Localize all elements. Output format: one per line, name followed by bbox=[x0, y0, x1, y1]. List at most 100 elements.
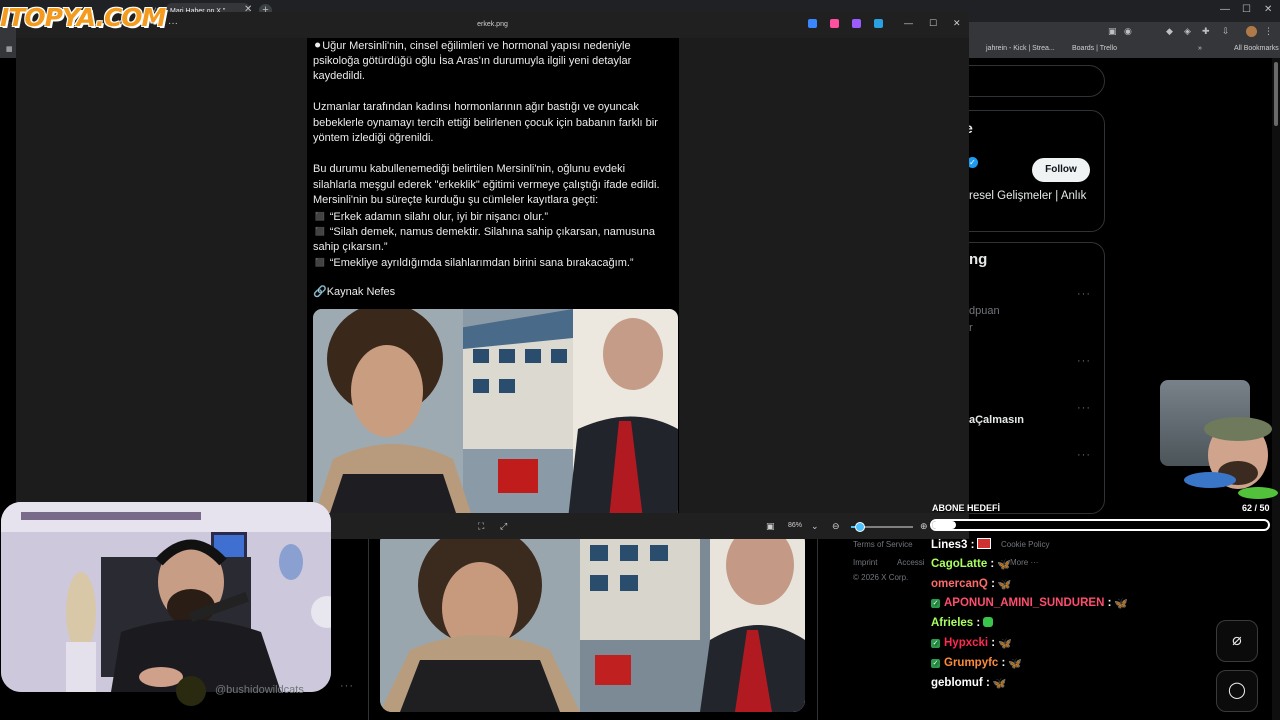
overlay-character bbox=[1184, 417, 1278, 499]
chat-message: ✓ Grumpyfc : 🦋 bbox=[931, 656, 1022, 670]
chevron-right-icon[interactable]: » bbox=[1198, 45, 1202, 52]
chat-message: Afrieles : bbox=[931, 617, 994, 630]
chat-separator: : bbox=[982, 676, 990, 689]
zoom-slider-thumb[interactable] bbox=[855, 522, 865, 532]
page-scrollbar[interactable] bbox=[1272, 58, 1280, 720]
butterfly-emote-icon: 🦋 bbox=[992, 677, 1007, 690]
fit-to-window-icon[interactable]: ⛶ bbox=[478, 521, 484, 532]
butterfly-emote-icon: 🦋 bbox=[1114, 598, 1129, 611]
maximize-icon[interactable]: ☐ bbox=[929, 18, 937, 29]
subscriber-badge-icon: ✓ bbox=[931, 658, 940, 668]
butterfly-emote-icon: 🦋 bbox=[997, 578, 1012, 591]
chat-separator: : bbox=[998, 656, 1006, 669]
paint-icon[interactable] bbox=[830, 19, 839, 28]
more-icon[interactable]: ··· bbox=[1077, 288, 1091, 300]
chevron-down-icon[interactable]: ⌄ bbox=[811, 521, 819, 532]
webcam-art bbox=[1, 502, 331, 692]
bookmark-item[interactable]: Boards | Trello bbox=[1072, 45, 1117, 52]
more-icon[interactable]: ··· bbox=[1077, 449, 1091, 461]
close-icon[interactable]: ✕ bbox=[1264, 4, 1272, 15]
post-text-line: Bu durumu kabullenemediği belirtilen Mer… bbox=[313, 163, 626, 175]
close-icon[interactable]: ✕ bbox=[953, 18, 961, 29]
tweet-photo[interactable] bbox=[380, 530, 805, 712]
compose-button[interactable]: ⌀ bbox=[1216, 620, 1258, 662]
zoom-out-icon[interactable]: ⊖ bbox=[832, 521, 840, 532]
chat-separator: : bbox=[1104, 597, 1112, 610]
minimize-icon[interactable]: — bbox=[1220, 4, 1230, 15]
more-icon[interactable]: ··· bbox=[1077, 355, 1091, 367]
bookmark-item[interactable]: jahrein - Kick | Strea... bbox=[986, 45, 1055, 52]
chat-separator: : bbox=[988, 637, 996, 649]
designer-icon[interactable] bbox=[852, 19, 861, 28]
chat-username[interactable]: Hypxcki bbox=[944, 637, 988, 649]
post-text-line: yöntem izlediği öğrenildi. bbox=[313, 132, 434, 144]
post-text-line: sahip çıkarsın.” bbox=[313, 240, 388, 253]
follow-button[interactable]: Follow bbox=[1032, 158, 1090, 182]
chat-username[interactable]: CagoLatte bbox=[931, 558, 987, 570]
extension-icon[interactable]: ◉ bbox=[1124, 26, 1132, 37]
flag-emote-icon bbox=[977, 538, 992, 549]
post-text-line: psikoloğa götürdüğü oğlu İsa Aras'ın dur… bbox=[313, 54, 632, 67]
sub-goal-label: ABONE HEDEFİ bbox=[932, 503, 1001, 513]
image-info-icon[interactable]: ▣ bbox=[766, 521, 775, 532]
subscriber-badge-icon: ✓ bbox=[931, 639, 940, 648]
extensions-puzzle-icon[interactable]: ✚ bbox=[1202, 26, 1210, 37]
zoom-level[interactable]: 86% bbox=[788, 522, 802, 529]
sub-goal-count: 62 / 50 bbox=[1242, 503, 1270, 513]
zoom-in-icon[interactable]: ⊕ bbox=[920, 521, 928, 532]
maximize-icon[interactable]: ☐ bbox=[1242, 4, 1251, 15]
post-screenshot: ⚫Uğur Mersinli'nin, cinsel eğilimleri ve… bbox=[307, 38, 679, 513]
post-text-line: ⚫Uğur Mersinli'nin, cinsel eğilimleri ve… bbox=[313, 40, 631, 52]
chat-message: ✓ Hypxcki : 🦋 bbox=[931, 637, 1012, 650]
user-handle[interactable]: @bushidowildcats bbox=[215, 684, 304, 696]
copyright: © 2026 X Corp. bbox=[853, 573, 909, 582]
chat-username[interactable]: omercanQ bbox=[931, 578, 988, 590]
all-bookmarks[interactable]: All Bookmarks bbox=[1234, 45, 1279, 52]
post-photo bbox=[313, 309, 678, 513]
chat-separator: : bbox=[987, 557, 995, 570]
chat-username[interactable]: Lines3 bbox=[931, 539, 967, 551]
subscriber-badge-icon: ✓ bbox=[931, 599, 940, 609]
trend-item[interactable]: aÇalmasın bbox=[969, 414, 1024, 426]
chat-message: geblomuf : 🦋 bbox=[931, 676, 1007, 690]
profile-bio: resel Gelişmeler | Anlık bbox=[969, 190, 1087, 202]
chat-username[interactable]: geblomuf bbox=[931, 677, 983, 689]
post-text-line: bebeklerle oynamayı tercih ettiği belirl… bbox=[313, 116, 658, 129]
messages-button[interactable]: ◯ bbox=[1216, 670, 1258, 712]
minimize-icon[interactable]: — bbox=[904, 18, 913, 28]
viewer-canvas[interactable]: ⚫Uğur Mersinli'nin, cinsel eğilimleri ve… bbox=[16, 38, 969, 513]
avatar[interactable] bbox=[176, 676, 206, 706]
post-photo-art bbox=[313, 309, 678, 513]
chat-username[interactable]: APONUN_AMINI_SUNDUREN bbox=[944, 597, 1104, 609]
green-emote-icon bbox=[983, 617, 994, 628]
more-icon[interactable]: ··· bbox=[340, 680, 354, 692]
menu-icon[interactable]: ⋮ bbox=[1264, 26, 1273, 37]
trend-item[interactable]: dpuan bbox=[969, 305, 1000, 317]
extension-icon[interactable]: ▣ bbox=[1108, 26, 1117, 37]
chat-separator: : bbox=[987, 577, 995, 590]
cookie-policy-link[interactable]: Cookie Policy bbox=[1001, 540, 1049, 549]
fullscreen-icon[interactable]: ⤢ bbox=[500, 521, 507, 532]
image-viewer-window: ··· erkek.png — ☐ ✕ ⚫Uğur Mersinli'nin, … bbox=[16, 12, 969, 539]
extension-icon[interactable]: ◈ bbox=[1184, 26, 1191, 37]
more-icon[interactable]: ··· bbox=[1077, 402, 1091, 414]
chat-message: Lines3 : bbox=[931, 538, 992, 551]
imprint-link[interactable]: Imprint bbox=[853, 558, 877, 567]
chat-separator: : bbox=[967, 539, 975, 551]
chat-separator: : bbox=[973, 617, 981, 630]
cloud-icon[interactable] bbox=[874, 19, 883, 28]
post-text-line: Mersinli'nin bu süreçte kurduğu şu cümle… bbox=[313, 194, 599, 206]
terms-link[interactable]: Terms of Service bbox=[853, 540, 913, 549]
scrollbar-thumb[interactable] bbox=[1274, 62, 1278, 126]
extension-icon[interactable]: ◆ bbox=[1166, 26, 1173, 37]
chat-username[interactable]: Afrieles bbox=[931, 617, 973, 629]
accessibility-link[interactable]: Accessi bbox=[897, 558, 925, 567]
apps-grid-icon[interactable]: ▦ bbox=[6, 45, 13, 53]
profile-avatar-icon[interactable] bbox=[1246, 26, 1257, 37]
chat-message: CagoLatte : 🦋 bbox=[931, 557, 1011, 571]
edit-icon[interactable] bbox=[808, 19, 817, 28]
trend-item[interactable]: r bbox=[969, 322, 973, 334]
download-icon[interactable]: ⇩ bbox=[1222, 26, 1230, 37]
chat-username[interactable]: Grumpyfc bbox=[944, 657, 998, 669]
more-link[interactable]: More ··· bbox=[1010, 558, 1038, 567]
